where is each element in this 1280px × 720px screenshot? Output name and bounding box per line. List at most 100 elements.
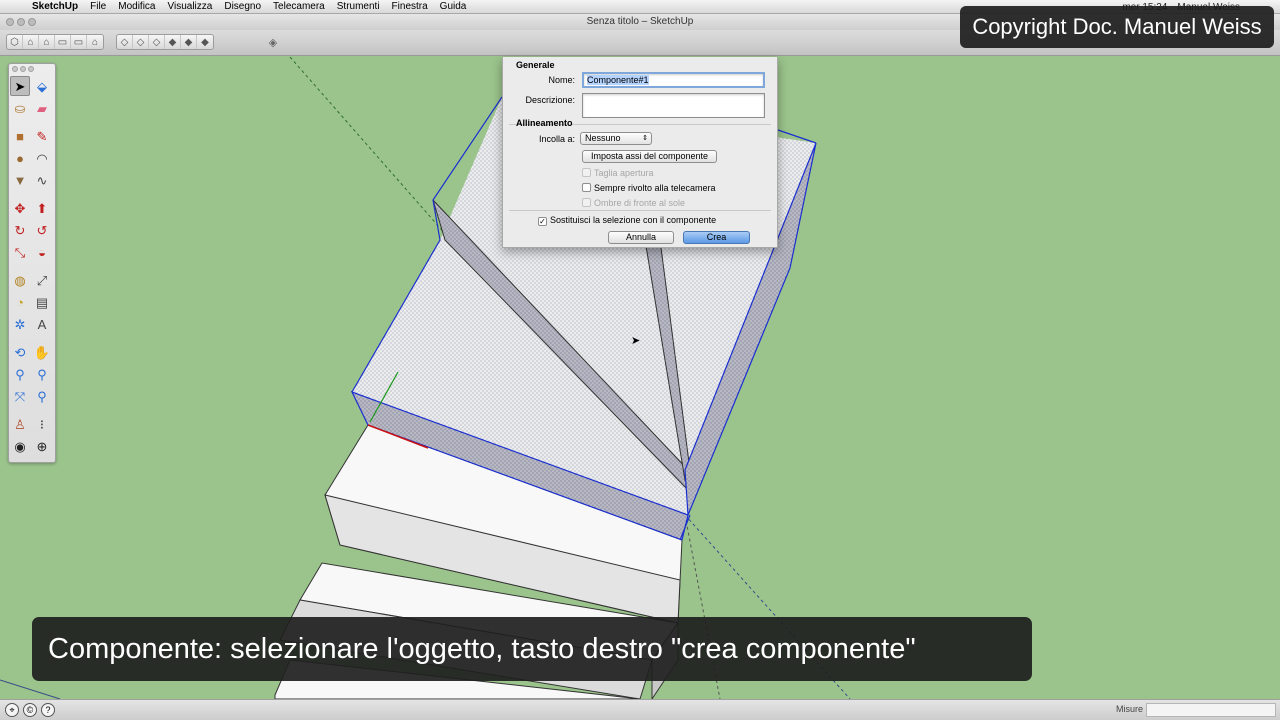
top-view-button[interactable]: ⌂ (23, 35, 39, 49)
menu-finestra[interactable]: Finestra (386, 1, 434, 12)
dimension-tool-button[interactable]: ⤢ (32, 270, 52, 290)
cancel-button[interactable]: Annulla (608, 231, 674, 244)
always-face-camera-label[interactable]: Sempre rivolto alla telecamera (594, 183, 716, 193)
left-view-icon: ⌂ (91, 36, 99, 48)
name-input[interactable]: Componente#1 (582, 72, 765, 88)
move-tool-button[interactable]: ✥ (10, 198, 30, 218)
zoom-window-button[interactable] (28, 18, 36, 26)
menu-disegno[interactable]: Disegno (218, 1, 267, 12)
position-camera-tool-button[interactable]: ♙ (10, 414, 30, 434)
back-view-button[interactable]: ▭ (71, 35, 87, 49)
close-window-button[interactable] (6, 18, 14, 26)
zoom-tool-button[interactable]: ⚲ (10, 364, 30, 384)
section-plane-icon: ⊕ (36, 438, 48, 454)
circle-icon: ● (16, 150, 24, 166)
shaded-textures-button[interactable]: ◆ (181, 35, 197, 49)
text-tool-button[interactable]: ▤ (32, 292, 52, 312)
palette-close-button[interactable] (12, 66, 18, 72)
axes-tool-button[interactable]: ✲ (10, 314, 30, 334)
menu-telecamera[interactable]: Telecamera (267, 1, 331, 12)
component-tool-button[interactable]: ⬙ (32, 76, 52, 96)
minimize-window-button[interactable] (17, 18, 25, 26)
menu-guida[interactable]: Guida (434, 1, 473, 12)
rectangle-icon: ■ (16, 128, 24, 144)
protractor-tool-button[interactable]: ◔ (10, 292, 30, 312)
description-input[interactable] (582, 93, 765, 118)
palette-minimize-button[interactable] (20, 66, 26, 72)
protractor-icon: ◔ (16, 294, 24, 310)
arc-tool-button[interactable]: ◠ (32, 148, 52, 168)
create-component-dialog: Generale Nome: Componente#1 Descrizione:… (502, 57, 778, 248)
offset-tool-button[interactable]: ◒ (32, 242, 52, 262)
scale-tool-button[interactable]: ⤡ (10, 242, 30, 262)
shadows-face-sun-option: Ombre di fronte al sole (582, 198, 685, 208)
eraser-tool-button[interactable]: ▰ (32, 98, 52, 118)
follow-me-tool-button[interactable]: ↺ (32, 220, 52, 240)
push-pull-icon: ⬆ (36, 200, 48, 216)
scale-icon: ⤡ (14, 244, 26, 260)
shadows-face-sun-checkbox (582, 198, 591, 207)
always-face-camera-checkbox[interactable] (582, 183, 591, 192)
push-pull-tool-button[interactable]: ⬆ (32, 198, 52, 218)
orbit-icon: ⟲ (14, 344, 26, 360)
front-view-button[interactable]: ⌂ (39, 35, 55, 49)
tool-palette: ➤ ⬙ ⛀ ▰ ■ ✎ ● ◠ ▼ ∿ ✥ ⬆ ↻ ↺ ⤡ ◒ ◍ ⤢ ◔ ▤ … (8, 63, 56, 463)
create-button[interactable]: Crea (683, 231, 750, 244)
tape-measure-icon: ◍ (14, 272, 26, 288)
look-around-tool-button[interactable]: ◉ (10, 436, 30, 456)
section-plane-tool-button[interactable]: ⊕ (32, 436, 52, 456)
glue-to-label: Incolla a: (538, 134, 575, 144)
hidden-line-button[interactable]: ◇ (149, 35, 165, 49)
replace-selection-label[interactable]: Sostituisci la selezione con il componen… (550, 215, 716, 225)
palette-zoom-button[interactable] (28, 66, 34, 72)
tape-measure-tool-button[interactable]: ◍ (10, 270, 30, 290)
orbit-tool-button[interactable]: ⟲ (10, 342, 30, 362)
menu-visualizza[interactable]: Visualizza (162, 1, 219, 12)
help-icon[interactable]: ? (41, 703, 55, 717)
replace-selection-checkbox[interactable]: ✓ (538, 217, 547, 226)
zoom-window-tool-button[interactable]: ⚲ (32, 364, 52, 384)
previous-view-tool-button[interactable]: ⚲ (32, 386, 52, 406)
name-label: Nome: (548, 75, 575, 85)
xray-button[interactable]: ◇ (117, 35, 133, 49)
warehouse-button[interactable]: ◈ (264, 34, 282, 50)
replace-selection-option[interactable]: ✓ Sostituisci la selezione con il compone… (538, 215, 716, 226)
set-component-axes-button[interactable]: Imposta assi del componente (582, 150, 717, 163)
copyright-watermark: Copyright Doc. Manuel Weiss (960, 6, 1274, 48)
previous-view-icon: ⚲ (37, 388, 47, 404)
circle-tool-button[interactable]: ● (10, 148, 30, 168)
menu-modifica[interactable]: Modifica (112, 1, 161, 12)
menu-strumenti[interactable]: Strumenti (331, 1, 386, 12)
zoom-extents-tool-button[interactable]: ⤧ (10, 386, 30, 406)
3d-text-tool-button[interactable]: A (32, 314, 52, 334)
polygon-tool-button[interactable]: ▼ (10, 170, 30, 190)
wireframe-button[interactable]: ◇ (133, 35, 149, 49)
shaded-button[interactable]: ◆ (165, 35, 181, 49)
rectangle-tool-button[interactable]: ■ (10, 126, 30, 146)
freehand-tool-button[interactable]: ∿ (32, 170, 52, 190)
menu-app-name[interactable]: SketchUp (26, 1, 84, 12)
paint-bucket-tool-button[interactable]: ⛀ (10, 98, 30, 118)
geo-location-icon[interactable]: ⌖ (5, 703, 19, 717)
right-view-button[interactable]: ▭ (55, 35, 71, 49)
glue-to-select[interactable]: Nessuno ⇕ (580, 132, 652, 145)
separator (509, 210, 771, 211)
alignment-section-title: Allineamento (516, 118, 573, 128)
credits-icon[interactable]: © (23, 703, 37, 717)
line-tool-button[interactable]: ✎ (32, 126, 52, 146)
description-label: Descrizione: (525, 95, 575, 105)
monochrome-button[interactable]: ◆ (197, 35, 213, 49)
rotate-tool-button[interactable]: ↻ (10, 220, 30, 240)
component-icon: ⬙ (37, 78, 47, 94)
always-face-camera-option[interactable]: Sempre rivolto alla telecamera (582, 183, 716, 193)
look-around-icon: ◉ (14, 438, 26, 454)
select-tool-button[interactable]: ➤ (10, 76, 30, 96)
walk-tool-button[interactable]: ⁝ (32, 414, 52, 434)
general-section-title: Generale (516, 60, 555, 70)
front-view-icon: ⌂ (43, 36, 50, 48)
pan-tool-button[interactable]: ✋ (32, 342, 52, 362)
menu-file[interactable]: File (84, 1, 112, 12)
measures-input[interactable] (1146, 703, 1276, 717)
left-view-button[interactable]: ⌂ (87, 35, 103, 49)
iso-view-button[interactable]: ⬡ (7, 35, 23, 49)
